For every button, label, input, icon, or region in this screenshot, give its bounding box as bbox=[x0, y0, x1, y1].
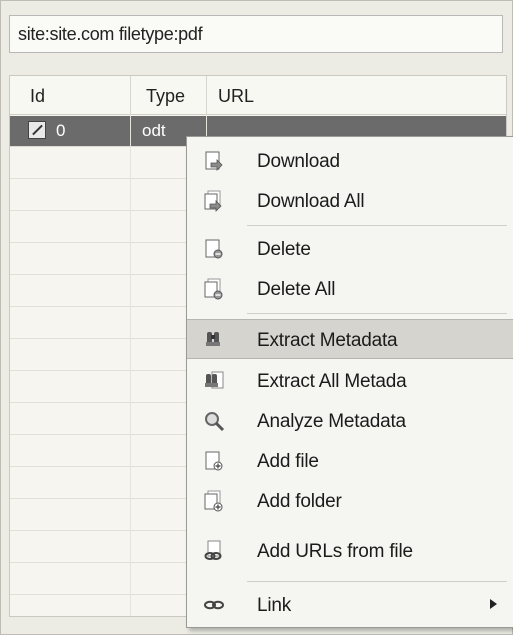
menu-item-download[interactable]: Download bbox=[187, 141, 513, 181]
download-icon bbox=[205, 151, 223, 171]
menu-item-delete-all[interactable]: Delete All bbox=[187, 269, 513, 309]
extract-metadata-icon bbox=[206, 332, 220, 346]
column-header-type[interactable]: Type bbox=[146, 86, 185, 107]
menu-item-label: Analyze Metadata bbox=[257, 411, 406, 432]
delete-all-icon bbox=[204, 278, 223, 300]
column-divider[interactable] bbox=[206, 76, 207, 114]
column-header-id[interactable]: Id bbox=[30, 86, 45, 107]
menu-item-label: Link bbox=[257, 595, 292, 616]
add-folder-icon bbox=[204, 490, 223, 512]
menu-item-download-all[interactable]: Download All bbox=[187, 181, 513, 221]
menu-item-link[interactable]: Link bbox=[187, 585, 513, 625]
menu-item-label: Add file bbox=[257, 451, 319, 472]
row-id: 0 bbox=[56, 121, 66, 140]
column-divider bbox=[130, 114, 131, 616]
column-header-url[interactable]: URL bbox=[218, 86, 254, 107]
search-input[interactable]: site:site.com filetype:pdf bbox=[9, 15, 503, 53]
link-icon bbox=[204, 600, 224, 610]
menu-item-label: Delete bbox=[257, 239, 311, 260]
menu-separator bbox=[247, 581, 507, 582]
menu-item-add-urls-from-file[interactable]: Add URLs from file bbox=[187, 531, 513, 571]
menu-item-extract-all-metadata[interactable]: Extract All Metada bbox=[187, 361, 513, 401]
edit-document-icon bbox=[28, 121, 46, 139]
menu-item-label: Delete All bbox=[257, 279, 336, 300]
column-divider[interactable] bbox=[130, 76, 131, 114]
menu-item-label: Extract All Metada bbox=[257, 371, 407, 392]
menu-item-label: Download bbox=[257, 151, 340, 172]
menu-separator bbox=[247, 225, 507, 226]
table-header: Id Type URL bbox=[10, 76, 506, 115]
delete-icon bbox=[205, 239, 223, 259]
app-window: site:site.com filetype:pdf Id Type URL 0… bbox=[0, 0, 513, 635]
menu-item-add-file[interactable]: Add file bbox=[187, 441, 513, 481]
row-type: odt bbox=[142, 121, 166, 140]
extract-all-metadata-icon bbox=[205, 371, 224, 389]
menu-item-label: Extract Metadata bbox=[257, 330, 398, 351]
menu-separator bbox=[247, 313, 507, 314]
context-menu: Download Download All Delete Delete All … bbox=[186, 136, 513, 628]
menu-item-label: Add URLs from file bbox=[257, 541, 413, 562]
menu-item-delete[interactable]: Delete bbox=[187, 229, 513, 269]
menu-item-add-folder[interactable]: Add folder bbox=[187, 481, 513, 521]
link-file-icon bbox=[204, 540, 222, 560]
menu-item-label: Download All bbox=[257, 191, 365, 212]
magnifier-icon bbox=[205, 412, 225, 432]
add-file-icon bbox=[205, 451, 223, 471]
submenu-arrow-icon bbox=[490, 599, 497, 609]
download-all-icon bbox=[204, 190, 222, 212]
menu-item-analyze-metadata[interactable]: Analyze Metadata bbox=[187, 401, 513, 441]
menu-item-label: Add folder bbox=[257, 491, 342, 512]
menu-item-extract-metadata[interactable]: Extract Metadata bbox=[187, 319, 513, 359]
